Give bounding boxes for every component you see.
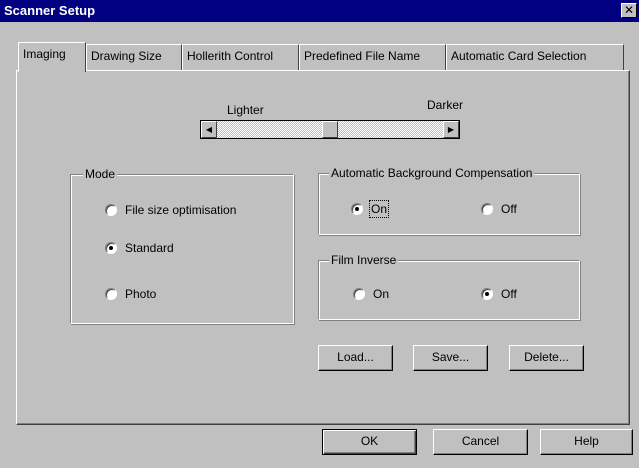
tab-hollerith-control[interactable]: Hollerith Control (182, 44, 299, 70)
tab-predefined-file-name-label: Predefined File Name (304, 49, 421, 63)
help-button[interactable]: Help (540, 429, 633, 455)
delete-button[interactable]: Delete... (509, 345, 584, 371)
slider-thumb[interactable] (322, 121, 338, 138)
auto-background-title: Automatic Background Compensation (329, 166, 535, 180)
tab-imaging[interactable]: Imaging (18, 42, 86, 72)
brightness-slider[interactable]: ◀ ▶ (200, 120, 460, 139)
cancel-button[interactable]: Cancel (433, 429, 528, 455)
mode-standard-label: Standard (125, 241, 174, 255)
auto-background-on-radio[interactable]: On (351, 200, 390, 218)
mode-file-size-label: File size optimisation (125, 203, 237, 217)
radio-checked-icon (481, 288, 493, 300)
mode-group: Mode File size optimisation Standard Pho… (70, 167, 294, 324)
mode-standard-radio[interactable]: Standard (105, 241, 174, 255)
film-inverse-title: Film Inverse (329, 253, 399, 267)
film-inverse-on-radio[interactable]: On (353, 287, 389, 301)
film-inverse-on-label: On (373, 287, 390, 301)
auto-background-off-radio[interactable]: Off (481, 202, 517, 216)
close-icon: ✕ (623, 3, 635, 17)
close-button[interactable]: ✕ (621, 3, 637, 18)
title-bar[interactable]: Scanner Setup ✕ (0, 0, 639, 22)
left-arrow-icon: ◀ (205, 125, 213, 134)
tab-imaging-label: Imaging (23, 47, 66, 61)
slider-left-button[interactable]: ◀ (201, 121, 217, 138)
radio-checked-icon (105, 242, 117, 254)
load-button[interactable]: Load... (318, 345, 393, 371)
mode-photo-radio[interactable]: Photo (105, 287, 156, 301)
mode-photo-label: Photo (125, 287, 157, 301)
window-title: Scanner Setup (4, 3, 96, 18)
mode-file-size-radio[interactable]: File size optimisation (105, 203, 236, 217)
radio-unchecked-icon (353, 288, 365, 300)
auto-background-on-label: On (368, 200, 390, 218)
radio-unchecked-icon (481, 203, 493, 215)
ok-button[interactable]: OK (322, 429, 417, 455)
tab-automatic-card-selection[interactable]: Automatic Card Selection (446, 44, 624, 70)
tab-automatic-card-selection-label: Automatic Card Selection (451, 49, 587, 63)
film-inverse-off-radio[interactable]: Off (481, 287, 517, 301)
right-arrow-icon: ▶ (447, 125, 455, 134)
save-button[interactable]: Save... (413, 345, 488, 371)
slider-right-button[interactable]: ▶ (443, 121, 459, 138)
tab-drawing-size-label: Drawing Size (91, 49, 162, 63)
film-inverse-group: Film Inverse On Off (318, 253, 580, 320)
auto-background-off-label: Off (501, 202, 517, 216)
darker-label: Darker (427, 98, 464, 112)
auto-background-group: Automatic Background Compensation On Off (318, 166, 580, 235)
radio-unchecked-icon (105, 288, 117, 300)
tab-hollerith-control-label: Hollerith Control (187, 49, 274, 63)
slider-track[interactable] (217, 121, 443, 138)
tab-drawing-size[interactable]: Drawing Size (86, 44, 182, 70)
lighter-label: Lighter (227, 103, 264, 117)
mode-group-title: Mode (83, 167, 118, 181)
tab-predefined-file-name[interactable]: Predefined File Name (299, 44, 446, 70)
radio-checked-icon (351, 203, 363, 215)
scanner-setup-dialog: Scanner Setup ✕ Imaging Drawing Size Hol… (0, 0, 639, 468)
film-inverse-off-label: Off (501, 287, 517, 301)
radio-unchecked-icon (105, 204, 117, 216)
